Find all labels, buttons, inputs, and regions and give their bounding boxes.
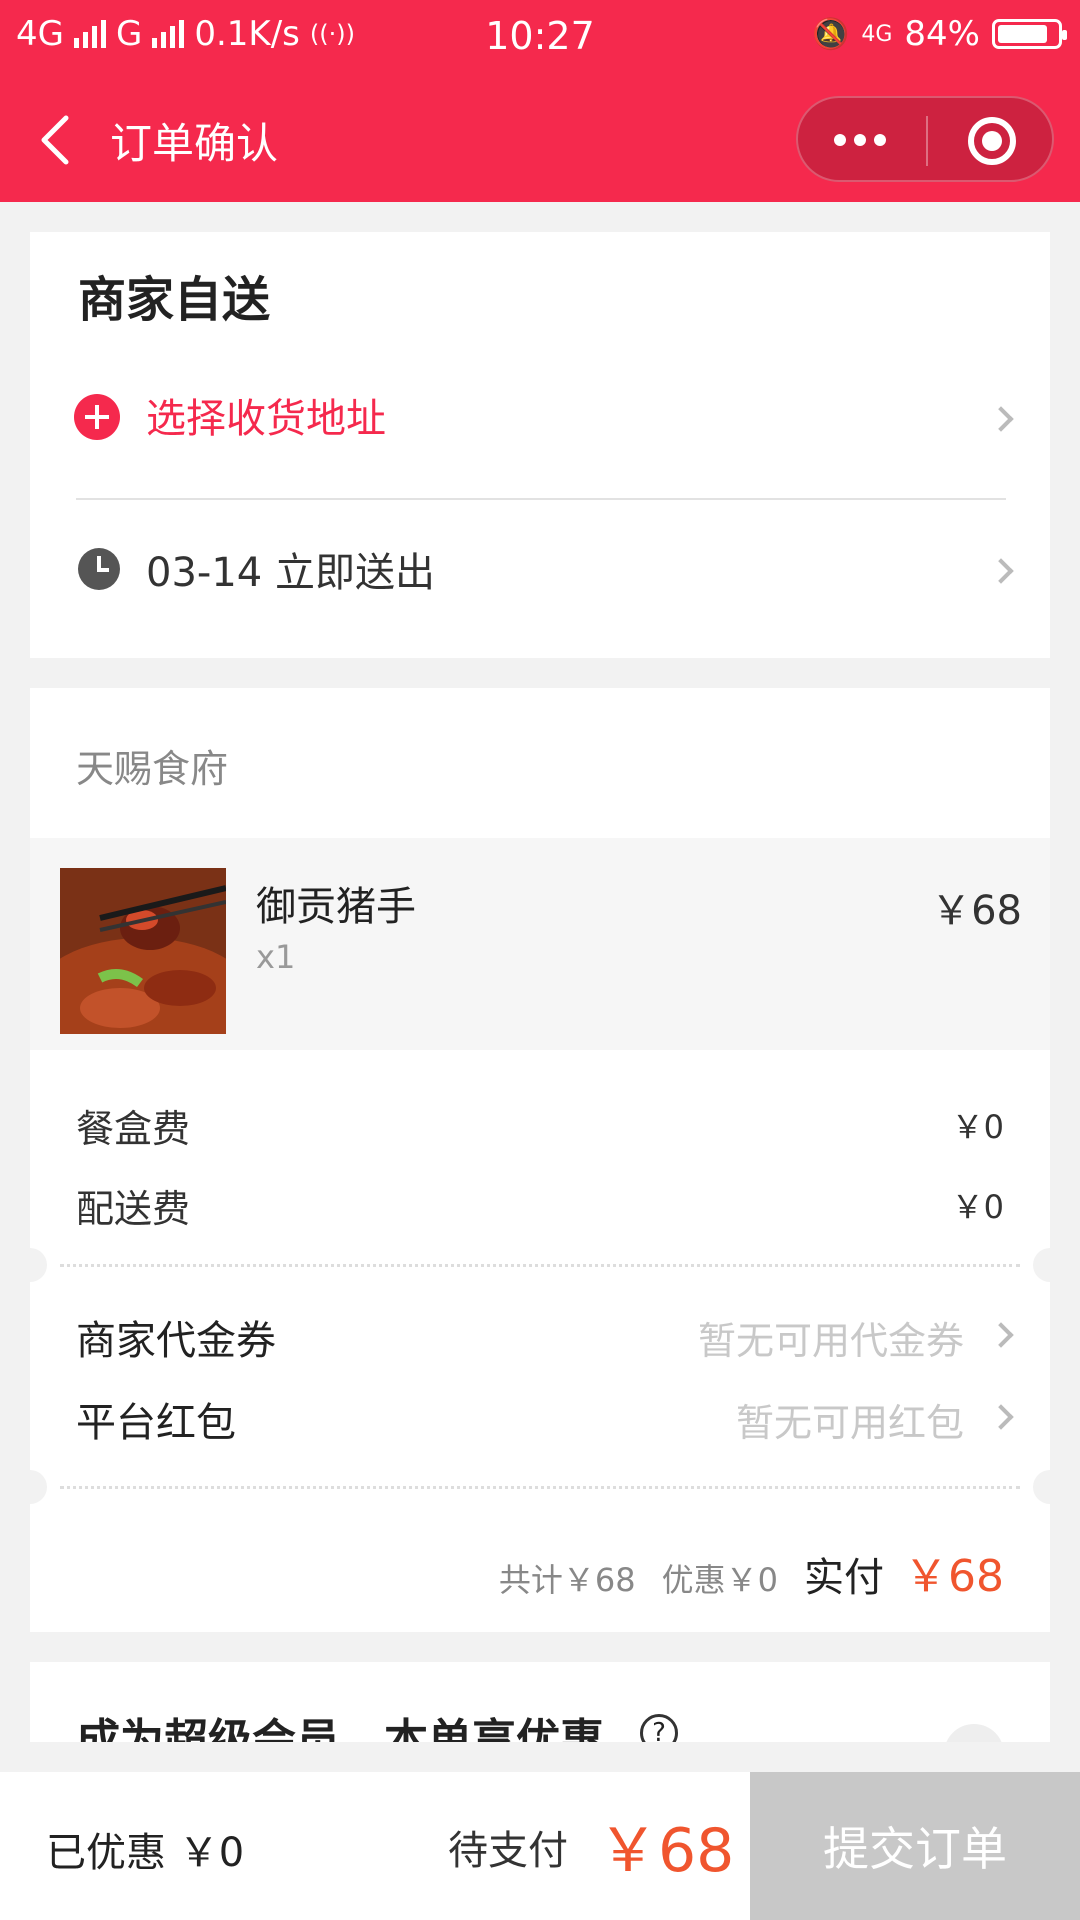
mini-program-capsule — [796, 96, 1054, 182]
delivery-time: 03-14 立即送出 — [146, 550, 435, 596]
delivery-time-row[interactable]: 03-14 立即送出 — [30, 500, 1050, 650]
dish-image — [60, 868, 226, 1034]
help-icon[interactable]: ? — [640, 1714, 678, 1742]
order-summary: 共计￥68 优惠￥0 实付 ￥68 — [499, 1540, 1004, 1604]
notch-right — [1033, 1248, 1067, 1282]
vip-promo-text: 成为超级会员，本单享优惠 — [76, 1715, 604, 1742]
clock-icon — [78, 548, 120, 590]
status-right: 🔕 4G 84% — [812, 14, 1067, 54]
order-card: 天赐食府 御贡猪手 x1 ￥68 餐盒费 ￥0 配送费 ￥0 商家代金券 暂无可… — [13, 688, 1067, 1632]
more-icon[interactable] — [834, 134, 886, 146]
fee-label-box: 餐盒费 — [76, 1107, 191, 1151]
summary-total: 共计￥68 — [498, 1561, 636, 1599]
summary-discount: 优惠￥0 — [661, 1561, 778, 1599]
platform-redpacket-row[interactable]: 平台红包 暂无可用红包 — [30, 1382, 1050, 1452]
nav-bar: 订单确认 — [0, 76, 1080, 202]
notch-left — [13, 1248, 47, 1282]
to-pay-label: 待支付 — [448, 1828, 568, 1874]
fee-value-delivery: ￥0 — [951, 1188, 1004, 1226]
chevron-right-icon — [988, 406, 1014, 432]
capsule-divider — [926, 116, 928, 166]
submit-order-button[interactable]: 提交订单 — [750, 1772, 1080, 1920]
status-bar: 4G G 0.1K/s ((·)) 10:27 🔕 4G 84% — [0, 0, 1080, 76]
item-quantity: x1 — [256, 938, 296, 976]
add-icon — [74, 394, 120, 440]
address-prompt: 选择收货地址 — [146, 396, 386, 442]
select-address-row[interactable]: 选择收货地址 — [30, 350, 1050, 496]
redpacket-label: 平台红包 — [76, 1400, 236, 1446]
network-small: 4G — [861, 21, 893, 47]
page-title: 订单确认 — [110, 119, 279, 168]
chevron-right-icon — [988, 1322, 1014, 1348]
top-bar: 4G G 0.1K/s ((·)) 10:27 🔕 4G 84% 订单确认 — [0, 0, 1080, 202]
notch-right — [1033, 1470, 1067, 1504]
shop-name: 天赐食府 — [76, 747, 229, 791]
item-name: 御贡猪手 — [256, 884, 416, 930]
merchant-coupon-row[interactable]: 商家代金券 暂无可用代金券 — [30, 1300, 1050, 1370]
chevron-right-icon — [988, 1404, 1014, 1430]
item-price: ￥68 — [931, 888, 1022, 934]
bottom-bar: 已优惠 ￥0 待支付 ￥68 提交订单 — [0, 1772, 1080, 1920]
dotted-divider — [60, 1264, 1020, 1267]
fee-label-delivery: 配送费 — [76, 1187, 191, 1231]
delivery-heading: 商家自送 — [78, 272, 271, 328]
close-target-icon[interactable] — [968, 117, 1016, 165]
summary-paid-label: 实付 — [804, 1555, 884, 1601]
notch-left — [13, 1470, 47, 1504]
coupon-value: 暂无可用代金券 — [697, 1319, 964, 1363]
order-item: 御贡猪手 x1 ￥68 — [30, 838, 1050, 1050]
fee-value-box: ￥0 — [951, 1108, 1004, 1146]
discount-applied: 已优惠 ￥0 — [46, 1830, 245, 1876]
vip-toggle[interactable] — [944, 1724, 1004, 1742]
vip-card[interactable]: 成为超级会员，本单享优惠 ? — [30, 1662, 1050, 1742]
coupon-label: 商家代金券 — [76, 1318, 276, 1364]
delivery-card: 商家自送 选择收货地址 03-14 立即送出 — [30, 232, 1050, 658]
back-icon[interactable] — [36, 112, 76, 168]
redpacket-value: 暂无可用红包 — [735, 1401, 964, 1445]
chevron-right-icon — [988, 558, 1014, 584]
summary-paid-value: ￥68 — [904, 1551, 1004, 1602]
battery-icon — [992, 19, 1067, 49]
battery-percent: 84% — [904, 14, 980, 54]
dotted-divider — [60, 1486, 1020, 1489]
mute-icon: 🔕 — [812, 16, 850, 52]
to-pay-amount: ￥68 — [598, 1816, 735, 1886]
